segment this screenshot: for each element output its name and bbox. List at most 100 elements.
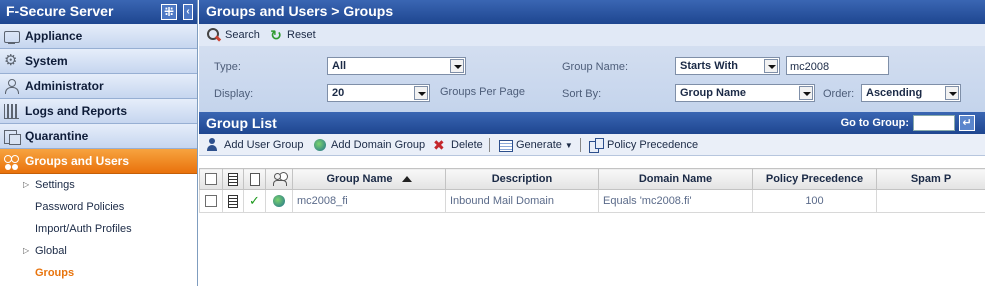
column-label: Spam P <box>910 173 952 185</box>
domain-name-text: Equals 'mc2008.fi' <box>603 195 692 207</box>
order-select[interactable]: Ascending <box>861 84 961 102</box>
chevron-down-icon <box>764 59 778 73</box>
group-name-link[interactable]: mc2008_fi <box>297 195 348 207</box>
group-list-header: Group List Go to Group: ↵ <box>199 112 985 134</box>
row-select-cell[interactable] <box>199 189 223 213</box>
goto-group-button[interactable]: ↵ <box>959 115 975 131</box>
nav-item-logs-reports[interactable]: Logs and Reports <box>0 99 197 124</box>
row-server-cell <box>222 189 244 213</box>
type-label: Type: <box>214 61 241 73</box>
subnav-item-groups[interactable]: Groups <box>0 262 197 284</box>
sort-by-select[interactable]: Group Name <box>675 84 815 102</box>
server-check-icon <box>228 194 238 208</box>
select-all-checkbox[interactable] <box>205 173 217 186</box>
subnav-label: Settings <box>35 179 75 191</box>
column-label: Description <box>491 173 553 185</box>
people-icon <box>272 172 287 186</box>
domain-globe-icon <box>313 138 327 152</box>
subnav-label: Import/Auth Profiles <box>35 223 132 235</box>
generate-report-icon <box>498 138 513 152</box>
column-header-domain-name[interactable]: Domain Name <box>598 168 753 190</box>
system-tools-icon <box>3 51 21 69</box>
row-type-cell <box>265 189 293 213</box>
select-all-column[interactable] <box>199 168 223 190</box>
column-label: Domain Name <box>638 173 713 185</box>
display-label: Display: <box>214 88 254 100</box>
type-select[interactable]: All <box>327 57 466 75</box>
chevron-down-icon <box>945 86 959 100</box>
table-header-row: Group Name Description Domain Name Polic… <box>199 168 985 190</box>
match-mode-value: Starts With <box>680 60 738 72</box>
group-type-column <box>265 168 293 190</box>
column-header-group-name[interactable]: Group Name <box>292 168 446 190</box>
subnav-label: Password Policies <box>35 201 125 213</box>
chevron-down-icon <box>450 59 464 73</box>
per-page-label: Groups Per Page <box>440 86 525 98</box>
add-user-group-button[interactable]: Add User Group <box>206 138 303 152</box>
table-row[interactable]: ✓ mc2008_fi Inbound Mail Domain Equals '… <box>199 189 985 213</box>
nav-label: Quarantine <box>25 129 89 143</box>
delete-x-icon: ✖ <box>433 137 445 153</box>
breadcrumb-text: Groups and Users > Groups <box>206 3 394 19</box>
subnav-item-password-policies[interactable]: Password Policies <box>0 196 197 218</box>
policy-precedence-label: Policy Precedence <box>607 139 699 151</box>
toolbar-separator <box>489 138 490 152</box>
row-status-cell: ✓ <box>243 189 266 213</box>
add-user-group-label: Add User Group <box>224 139 304 151</box>
group-name-cell[interactable]: mc2008_fi <box>292 189 446 213</box>
appliance-icon <box>3 28 21 44</box>
policy-precedence-value: 100 <box>805 195 824 207</box>
main-content: Groups and Users > Groups Search ↻ Reset… <box>199 0 985 286</box>
checkmark-icon: ✓ <box>249 193 260 208</box>
nav-item-quarantine[interactable]: Quarantine <box>0 124 197 149</box>
column-label: Group Name <box>326 173 393 185</box>
column-label: Policy Precedence <box>765 173 864 185</box>
column-header-policy-precedence[interactable]: Policy Precedence <box>752 168 877 190</box>
nav-item-administrator[interactable]: Administrator <box>0 74 197 99</box>
subnav-item-settings[interactable]: ▷ Settings <box>0 174 197 196</box>
hide-sidebar-icon[interactable]: ‹ <box>183 4 193 20</box>
filter-section: Search ↻ Reset Type: All Display: 20 Gro… <box>199 24 985 112</box>
document-icon <box>249 172 260 186</box>
nav-label: Groups and Users <box>25 154 130 168</box>
domain-globe-icon <box>272 194 286 208</box>
collapse-all-icon[interactable]: ⁜ <box>161 4 177 20</box>
nav-label: Administrator <box>25 79 104 93</box>
reset-button[interactable]: ↻ Reset <box>269 28 316 42</box>
nav-label: Appliance <box>25 29 83 43</box>
server-icon <box>228 172 238 186</box>
logs-reports-icon <box>3 103 21 119</box>
subnav-label: Global <box>35 245 67 257</box>
nav-item-system[interactable]: System <box>0 49 197 74</box>
goto-group-label: Go to Group: <box>840 117 909 129</box>
column-header-spam[interactable]: Spam P <box>876 168 985 190</box>
sort-by-label: Sort By: <box>562 88 602 100</box>
app-title: F-Secure Server <box>6 3 114 19</box>
nav-item-appliance[interactable]: Appliance <box>0 24 197 49</box>
expand-arrow-icon: ▷ <box>23 180 30 189</box>
generate-label: Generate <box>516 139 562 151</box>
subnav-item-import-auth-profiles[interactable]: Import/Auth Profiles <box>0 218 197 240</box>
spam-cell <box>876 189 985 213</box>
display-select[interactable]: 20 <box>327 84 430 102</box>
chevron-down-icon: ▼ <box>564 140 573 150</box>
subnav-item-global[interactable]: ▷ Global <box>0 240 197 262</box>
delete-button[interactable]: ✖ Delete <box>433 138 483 152</box>
nav-label: Logs and Reports <box>25 104 128 118</box>
match-mode-select[interactable]: Starts With <box>675 57 780 75</box>
column-header-description[interactable]: Description <box>445 168 599 190</box>
type-select-value: All <box>332 60 347 72</box>
goto-group-input[interactable] <box>913 115 955 131</box>
search-button[interactable]: Search <box>207 28 260 42</box>
group-name-input[interactable] <box>786 56 889 75</box>
policy-precedence-button[interactable]: Policy Precedence <box>589 138 699 153</box>
add-domain-group-button[interactable]: Add Domain Group <box>313 138 425 152</box>
nav-item-groups-users[interactable]: Groups and Users <box>0 149 197 174</box>
chevron-down-icon <box>799 86 813 100</box>
delete-label: Delete <box>451 139 483 151</box>
group-table: Group Name Description Domain Name Polic… <box>199 168 985 213</box>
generate-dropdown-button[interactable]: Generate ▼ <box>498 138 573 152</box>
row-checkbox[interactable] <box>205 195 217 208</box>
subnav-label: Groups <box>35 267 75 279</box>
sort-ascending-icon <box>401 176 412 183</box>
